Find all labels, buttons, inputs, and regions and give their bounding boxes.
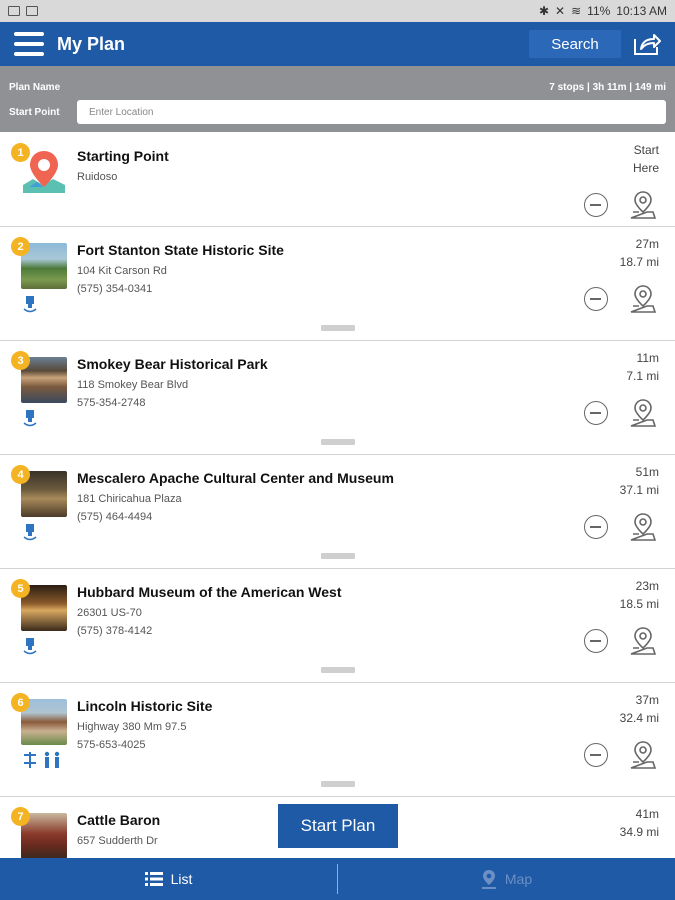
clock: 10:13 AM [616, 4, 667, 18]
search-button[interactable]: Search [529, 30, 621, 58]
bottom-tab-bar: List Map [0, 858, 675, 900]
start-point-input[interactable] [77, 100, 666, 124]
stop-phone: (575) 378-4142 [77, 625, 153, 637]
remove-stop-button[interactable] [584, 743, 608, 767]
stop-phone: 575-354-2748 [77, 397, 146, 409]
stop-time: 27m [635, 237, 659, 251]
battery-level: 11% [587, 4, 611, 18]
drag-handle[interactable] [321, 781, 355, 787]
app-bar: My Plan Search [0, 22, 675, 66]
remove-stop-button[interactable] [584, 287, 608, 311]
stop-time: 11m [636, 351, 659, 365]
stop-address: 26301 US-70 [77, 607, 142, 619]
tab-map-label: Map [504, 871, 533, 887]
stop-item[interactable]: 5 Hubbard Museum of the American West 26… [0, 569, 675, 683]
stop-distance: 34.9 mi [619, 825, 659, 839]
stop-time: 23m [635, 579, 659, 593]
map-pin-icon[interactable] [630, 512, 656, 542]
stop-address: 118 Smokey Bear Blvd [77, 379, 189, 391]
stop-distance: 18.5 mi [619, 597, 659, 611]
map-pin-icon[interactable] [630, 398, 656, 428]
remove-stop-button[interactable] [584, 515, 608, 539]
map-icon [481, 870, 496, 889]
museum-category-icon [23, 296, 37, 313]
stop-number-badge: 4 [11, 465, 30, 484]
status-bar: ✱ ✕ ≋ 11% 10:13 AM [0, 0, 675, 22]
mute-icon: ✕ [555, 4, 566, 18]
screenshot-icon [8, 6, 20, 16]
stop-address: 181 Chiricahua Plaza [77, 493, 182, 505]
family-category-icon [24, 751, 60, 768]
drag-handle[interactable] [321, 325, 355, 331]
stop-name: Lincoln Historic Site [77, 698, 213, 714]
stop-number-badge: 2 [11, 237, 30, 256]
stop-time: 41m [635, 807, 659, 821]
tab-map[interactable]: Map [338, 858, 675, 900]
stop-address: Highway 380 Mm 97.5 [77, 721, 187, 733]
museum-category-icon [23, 410, 37, 427]
stop-item[interactable]: 3 Smokey Bear Historical Park 118 Smokey… [0, 341, 675, 455]
stop-item[interactable]: 1 Starting Point Ruidoso Start Here [0, 133, 675, 227]
plan-summary-bar: Plan Name 7 stops | 3h 11m | 149 mi Star… [0, 66, 675, 132]
stop-name: Mescalero Apache Cultural Center and Mus… [77, 470, 394, 486]
drag-handle[interactable] [321, 553, 355, 559]
remove-stop-button[interactable] [584, 629, 608, 653]
stop-distance: Here [632, 161, 659, 175]
drag-handle[interactable] [321, 439, 355, 445]
start-plan-button[interactable]: Start Plan [278, 804, 398, 848]
stop-name: Starting Point [77, 148, 169, 164]
stop-item[interactable]: 2 Fort Stanton State Historic Site 104 K… [0, 227, 675, 341]
stop-phone: (575) 354-0341 [77, 283, 153, 295]
menu-icon[interactable] [14, 32, 44, 56]
stop-number-badge: 7 [11, 807, 30, 826]
stop-distance: 18.7 mi [619, 255, 659, 269]
stop-name: Cattle Baron [77, 812, 161, 828]
page-title: My Plan [57, 33, 126, 54]
museum-category-icon [23, 524, 37, 541]
start-point-label: Start Point [9, 107, 60, 118]
plan-name-label: Plan Name [9, 82, 61, 93]
bluetooth-icon: ✱ [538, 4, 550, 18]
stop-name: Hubbard Museum of the American West [77, 584, 342, 600]
stop-number-badge: 1 [11, 143, 30, 162]
stop-distance: 32.4 mi [619, 711, 659, 725]
stop-address: 657 Sudderth Dr [77, 835, 158, 847]
stop-item[interactable]: 4 Mescalero Apache Cultural Center and M… [0, 455, 675, 569]
photo-icon [26, 6, 38, 16]
stop-address: 104 Kit Carson Rd [77, 265, 167, 277]
stop-phone: 575-653-4025 [77, 739, 146, 751]
share-icon[interactable] [632, 31, 662, 57]
stop-address: Ruidoso [77, 171, 118, 183]
stop-distance: 7.1 mi [626, 369, 659, 383]
tab-list[interactable]: List [0, 858, 337, 900]
stop-name: Fort Stanton State Historic Site [77, 242, 284, 258]
plan-stats: 7 stops | 3h 11m | 149 mi [549, 82, 666, 93]
stop-time: 51m [635, 465, 659, 479]
remove-stop-button[interactable] [584, 193, 608, 217]
stop-number-badge: 5 [11, 579, 30, 598]
map-pin-icon[interactable] [630, 740, 656, 770]
map-pin-icon[interactable] [630, 284, 656, 314]
tab-list-label: List [170, 871, 193, 887]
remove-stop-button[interactable] [584, 401, 608, 425]
stop-name: Smokey Bear Historical Park [77, 356, 268, 372]
stop-distance: 37.1 mi [619, 483, 659, 497]
museum-category-icon [23, 638, 37, 655]
list-icon [144, 872, 163, 886]
stop-item[interactable]: 6 Lincoln Historic Site Highway 380 Mm 9… [0, 683, 675, 797]
stop-number-badge: 3 [11, 351, 30, 370]
stop-time: Start [633, 143, 659, 157]
stop-time: 37m [635, 693, 659, 707]
drag-handle[interactable] [321, 667, 355, 673]
stop-number-badge: 6 [11, 693, 30, 712]
stop-phone: (575) 464-4494 [77, 511, 153, 523]
map-pin-icon[interactable] [630, 190, 656, 220]
wifi-icon: ≋ [571, 4, 582, 18]
map-pin-icon[interactable] [630, 626, 656, 656]
